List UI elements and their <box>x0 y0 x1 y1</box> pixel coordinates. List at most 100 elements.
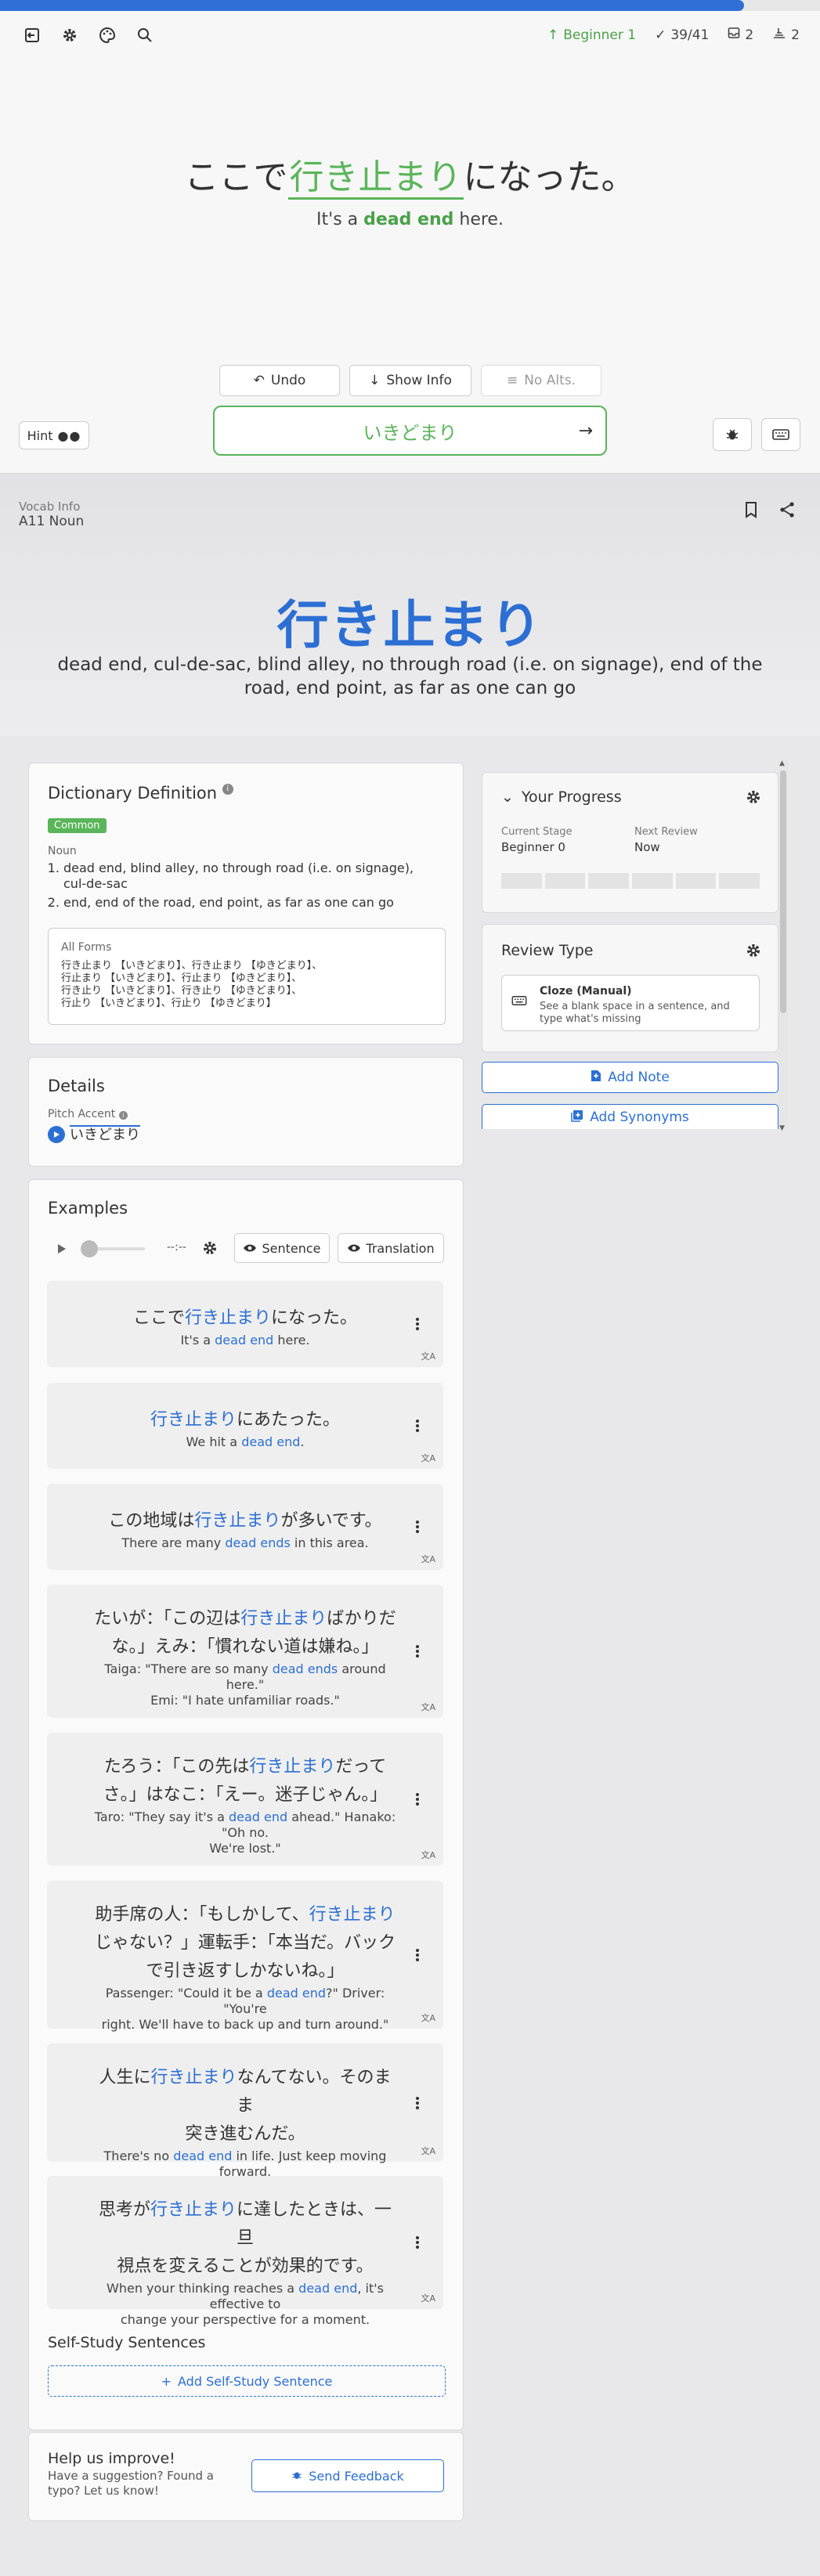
translate-icon[interactable]: 文A <box>421 2292 435 2304</box>
hint-button[interactable]: Hint ●● <box>19 421 89 449</box>
play-icon[interactable] <box>57 1243 67 1257</box>
add-synonyms-button[interactable]: Add Synonyms <box>482 1104 778 1129</box>
translate-icon[interactable]: 文A <box>421 1553 435 1565</box>
undo-button[interactable]: ↶ Undo <box>219 365 340 396</box>
keyboard-button[interactable] <box>761 418 800 451</box>
gear-icon[interactable] <box>58 23 81 47</box>
info-icon[interactable]: i <box>118 1111 128 1120</box>
bug-icon <box>291 2469 302 2484</box>
info-icon[interactable]: i <box>222 784 233 795</box>
level-stat[interactable]: ↑ Beginner 1 <box>547 27 636 43</box>
review-type-desc-line: type what's missing <box>540 1013 641 1025</box>
translate-icon[interactable]: 文A <box>421 2011 435 2024</box>
example-item[interactable]: この地域は行き止まりが多いです。 There are many dead ends… <box>47 1484 443 1570</box>
all-forms-box: All Forms 行き止まり 【いきどまり】、行き止まり 【ゆきどまり】、 行… <box>48 928 446 1025</box>
example-en: We hit a dead end. <box>47 1434 443 1450</box>
palette-icon[interactable] <box>96 23 119 47</box>
reviews-stat[interactable]: ✓ 39/41 <box>655 27 709 43</box>
translate-icon[interactable]: 文A <box>421 1452 435 1464</box>
example-en: When your thinking reaches a dead end, i… <box>47 2281 443 2312</box>
more-options-icon[interactable] <box>415 1643 420 1659</box>
toggle-sentence-button[interactable]: Sentence <box>234 1233 330 1263</box>
bug-report-button[interactable] <box>713 418 752 451</box>
example-jp-text: 人生に <box>99 2068 151 2087</box>
example-jp: たいが：「この辺は行き止まりばかりだ <box>47 1605 443 1633</box>
part-of-speech: Noun <box>48 845 77 857</box>
more-options-icon[interactable] <box>415 1947 420 1963</box>
next-review-value: Now <box>634 840 660 854</box>
sentence-before: ここで <box>184 157 288 197</box>
inbox-stat[interactable]: 2 <box>728 27 753 43</box>
undo-icon: ↶ <box>253 373 265 388</box>
queue-stat[interactable]: 2 <box>772 27 800 43</box>
example-en-target: dead ends <box>225 1535 291 1550</box>
scroll-down-icon[interactable]: ▼ <box>779 1124 785 1132</box>
example-en: Passenger: "Could it be a dead end?" Dri… <box>47 1986 443 2017</box>
review-type-option[interactable]: Cloze (Manual) See a blank space in a se… <box>501 975 760 1031</box>
example-en-target: dead end <box>266 1986 326 2001</box>
example-item[interactable]: ここで行き止まりになった。 It's a dead end here. 文A <box>47 1281 443 1367</box>
add-note-button[interactable]: Add Note <box>482 1062 778 1093</box>
example-item[interactable]: たろう：「この先は行き止まりだって さ。」はなこ：「えー。迷子じゃん。」 Taro:… <box>47 1733 443 1866</box>
audio-slider-thumb[interactable] <box>81 1240 98 1257</box>
example-jp: 視点を変えることが効果的です。 <box>117 2257 374 2276</box>
pitch-accent-label: Pitch Accent i <box>48 1108 128 1120</box>
example-jp: さ。」はなこ：「えー。迷子じゃん。」 <box>103 1785 388 1805</box>
current-stage-value: Beginner 0 <box>501 840 565 854</box>
header-stats: ↑ Beginner 1 ✓ 39/41 2 2 <box>547 27 800 43</box>
pitch-label-text: Pitch Accent <box>48 1108 116 1120</box>
example-jp: 突き進むんだ。 <box>185 2124 305 2144</box>
plus-icon: + <box>161 2373 172 2389</box>
example-jp-text: になった。 <box>271 1308 358 1328</box>
exit-icon[interactable] <box>20 23 44 47</box>
review-area <box>0 11 820 473</box>
search-icon[interactable] <box>133 23 157 47</box>
right-panel-scrollbar[interactable]: ▲ ▼ <box>778 759 788 1132</box>
audio-slider[interactable] <box>81 1240 145 1257</box>
submit-arrow-icon[interactable]: → <box>579 421 593 441</box>
toggle-translation-button[interactable]: Translation <box>338 1233 444 1263</box>
translate-icon[interactable]: 文A <box>421 1701 435 1713</box>
no-alts-button[interactable]: ≡ No Alts. <box>481 365 601 396</box>
more-options-icon[interactable] <box>415 2095 420 2111</box>
more-options-icon[interactable] <box>415 1519 420 1535</box>
example-jp-text: だって <box>335 1757 387 1777</box>
more-options-icon[interactable] <box>415 1418 420 1434</box>
translate-icon[interactable]: 文A <box>421 1350 435 1362</box>
play-audio-icon[interactable] <box>48 1126 65 1143</box>
add-self-study-button[interactable]: + Add Self-Study Sentence <box>48 2365 446 2397</box>
gear-icon[interactable] <box>201 1239 219 1260</box>
scroll-up-icon[interactable]: ▲ <box>779 759 785 767</box>
gear-icon[interactable] <box>745 788 762 809</box>
example-en: There are many dead ends in this area. <box>47 1535 443 1551</box>
example-item[interactable]: 人生に行き止まりなんてない。そのまま 突き進むんだ。 There's no dead… <box>47 2044 443 2179</box>
answer-input[interactable]: いきどまり → <box>213 406 607 456</box>
more-options-icon[interactable] <box>415 2235 420 2250</box>
scrollbar-thumb[interactable] <box>780 770 786 1013</box>
send-feedback-label: Send Feedback <box>309 2468 404 2484</box>
translate-icon[interactable]: 文A <box>421 2145 435 2157</box>
review-type-panel: Review Type Cloze (Manual) See a blank s… <box>482 924 778 1052</box>
translate-icon[interactable]: 文A <box>421 1849 435 1861</box>
example-en: We're lost." <box>209 1841 281 1856</box>
example-item[interactable]: たいが：「この辺は行き止まりばかりだ な。」えみ：「慣れない道は嫌ね。」 Taiga… <box>47 1585 443 1718</box>
more-options-icon[interactable] <box>415 1791 420 1807</box>
example-item[interactable]: 思考が行き止まりに達したときは、一旦視点を変えることが効果的です。 When yo… <box>47 2176 443 2327</box>
share-icon[interactable] <box>778 501 796 521</box>
example-jp: 思考が行き止まりに達したときは、一旦 <box>47 2196 443 2253</box>
more-options-icon[interactable] <box>415 1316 420 1332</box>
example-jp-text: に達したときは、一旦 <box>236 2200 392 2248</box>
show-info-button[interactable]: ↓ Show Info <box>349 365 471 396</box>
example-jp: で引き返すしかないね。」 <box>146 1961 345 1981</box>
progress-header[interactable]: ⌄ Your Progress <box>501 788 622 806</box>
example-en-target: dead end <box>173 2148 233 2163</box>
gear-icon[interactable] <box>745 942 762 962</box>
send-feedback-button[interactable]: Send Feedback <box>251 2459 444 2492</box>
example-item[interactable]: 助手席の人：「もしかして、行き止まり じゃない？」運転手：「本当だ。バック で引き返… <box>47 1881 443 2032</box>
example-item[interactable]: 行き止まりにあたった。 We hit a dead end. 文A <box>47 1383 443 1469</box>
example-en-text: Passenger: "Could it be a <box>105 1986 267 2001</box>
example-en-target: dead end <box>241 1434 301 1449</box>
example-en: Taiga: "There are so many dead ends arou… <box>47 1661 443 1693</box>
bookmark-icon[interactable] <box>744 501 758 521</box>
pitch-reading: いきどまり <box>70 1125 140 1143</box>
